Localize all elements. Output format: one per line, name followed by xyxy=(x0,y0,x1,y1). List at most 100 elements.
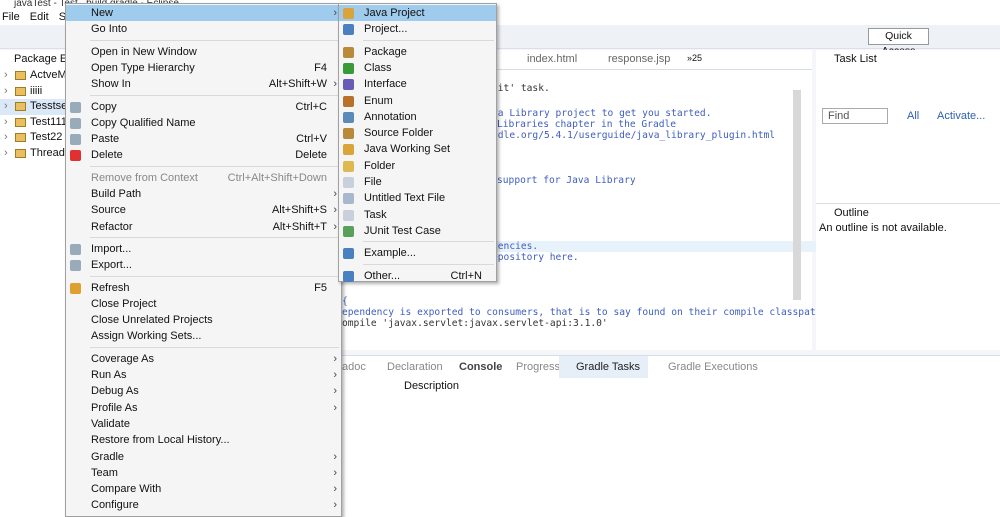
menu-item-package[interactable]: Package xyxy=(339,44,496,60)
menu-item-class[interactable]: Class xyxy=(339,60,496,76)
menu-item-debug-as[interactable]: Debug As › xyxy=(66,383,341,399)
project-item[interactable]: Tesstser xyxy=(0,99,71,115)
menu-item-close-project[interactable]: Close Project xyxy=(66,296,341,312)
menu-separator xyxy=(90,346,339,348)
menu-item-label: Copy xyxy=(91,100,117,113)
menu-item-label: Copy Qualified Name xyxy=(91,116,196,129)
menu-item-java-working-set[interactable]: Java Working Set xyxy=(339,141,496,157)
menu-item-label: Task xyxy=(364,208,387,221)
menu-item-label: File xyxy=(364,176,382,188)
menu-item-import[interactable]: Import... xyxy=(66,241,341,257)
menu-item-paste[interactable]: Paste Ctrl+V xyxy=(66,131,341,147)
menu-item-show-in[interactable]: Show In Alt+Shift+W › xyxy=(66,76,341,92)
menu-item-compare-with[interactable]: Compare With › xyxy=(66,481,341,497)
editor-scrollbar[interactable] xyxy=(793,90,801,300)
menu-item-source-folder[interactable]: Source Folder xyxy=(339,125,496,141)
menu-item-run-as[interactable]: Run As › xyxy=(66,367,341,383)
tab-gradle-tasks[interactable]: Gradle Tasks xyxy=(559,356,648,378)
menu-edit[interactable]: Edit xyxy=(30,9,49,25)
project-item[interactable]: Test22 xyxy=(0,130,65,146)
menu-shortcut: Ctrl+N xyxy=(450,269,482,282)
menu-file[interactable]: File xyxy=(2,9,20,25)
menu-item-label: Restore from Local History... xyxy=(91,434,230,447)
java-project-icon xyxy=(343,8,354,19)
submenu-arrow-icon: › xyxy=(333,204,337,217)
task-activate-link[interactable]: Activate... xyxy=(937,110,985,122)
project-item[interactable]: ThreadTe xyxy=(0,146,76,162)
project-folder-icon xyxy=(15,71,26,80)
menu-item-coverage-as[interactable]: Coverage As › xyxy=(66,351,341,367)
quick-access-field[interactable]: Quick Access xyxy=(868,28,929,57)
menu-item-refactor[interactable]: Refactor Alt+Shift+T › xyxy=(66,219,341,235)
tab-console[interactable]: Console xyxy=(459,361,502,373)
menu-separator xyxy=(363,241,494,243)
menu-item-go-into[interactable]: Go Into xyxy=(66,21,341,37)
task-list-title[interactable]: Task List xyxy=(816,50,1000,68)
menu-item-label: Source Folder xyxy=(364,127,434,140)
menu-item-annotation[interactable]: Annotation xyxy=(339,109,496,125)
menu-item-team[interactable]: Team › xyxy=(66,465,341,481)
menu-item-source[interactable]: Source Alt+Shift+S › xyxy=(66,202,341,218)
paste-icon xyxy=(70,134,81,146)
file-icon xyxy=(343,177,354,188)
package-explorer-title[interactable]: Package Exp xyxy=(0,50,65,68)
menu-item-open-type-hierarchy[interactable]: Open Type Hierarchy F4 xyxy=(66,60,341,76)
submenu-arrow-icon: › xyxy=(333,78,337,91)
menu-item-label: Gradle xyxy=(91,450,125,463)
project-item[interactable]: iiiii xyxy=(0,84,65,100)
menu-separator xyxy=(90,236,339,238)
menu-item-project[interactable]: Project... xyxy=(339,21,496,37)
example-icon xyxy=(343,248,354,260)
outline-title[interactable]: Outline xyxy=(816,204,1000,222)
task-find-input[interactable]: Find xyxy=(822,108,888,124)
menu-item-example[interactable]: Example... xyxy=(339,245,496,261)
class-icon xyxy=(343,62,354,74)
column-description[interactable]: Description xyxy=(404,380,459,392)
project-item[interactable]: Test111 xyxy=(0,115,67,131)
menu-item-new[interactable]: New › xyxy=(66,5,341,21)
menu-item-label: Example... xyxy=(364,247,416,260)
menu-item-delete[interactable]: Delete Delete xyxy=(66,147,341,163)
project-label: iiiii xyxy=(30,84,43,97)
menu-item-refresh[interactable]: Refresh F5 xyxy=(66,280,341,296)
enum-icon xyxy=(343,95,354,107)
menu-item-task[interactable]: Task xyxy=(339,207,496,223)
menu-item-build-path[interactable]: Build Path › xyxy=(66,186,341,202)
menu-item-assign-working-sets[interactable]: Assign Working Sets... xyxy=(66,328,341,344)
code-line: ependency is exported to consumers, that… xyxy=(342,307,828,318)
project-label: Test111 xyxy=(30,115,67,128)
menu-item-enum[interactable]: Enum xyxy=(339,93,496,109)
menu-item-export[interactable]: Export... xyxy=(66,257,341,273)
menu-item-untitled-text-file[interactable]: Untitled Text File xyxy=(339,190,496,206)
project-folder-icon xyxy=(15,117,26,127)
other-icon xyxy=(343,270,354,282)
copy-qualified-icon xyxy=(70,117,81,129)
menu-item-gradle[interactable]: Gradle › xyxy=(66,449,341,465)
more-tabs[interactable]: »25 xyxy=(687,53,702,63)
menu-item-copy-qualified-name[interactable]: Copy Qualified Name xyxy=(66,115,341,131)
menu-item-interface[interactable]: Interface xyxy=(339,76,496,92)
tab-progress[interactable]: Progress xyxy=(516,361,560,373)
menu-item-junit-test-case[interactable]: JUnit Test Case xyxy=(339,223,496,239)
menu-item-restore-from-local-history[interactable]: Restore from Local History... xyxy=(66,432,341,448)
menu-item-remove-from-context[interactable]: Remove from Context Ctrl+Alt+Shift+Down xyxy=(66,170,341,186)
menu-item-validate[interactable]: Validate xyxy=(66,416,341,432)
menu-item-java-project[interactable]: Java Project xyxy=(339,5,496,21)
menu-item-close-unrelated-projects[interactable]: Close Unrelated Projects xyxy=(66,312,341,328)
tab-index-html[interactable]: index.html xyxy=(527,53,577,65)
menu-item-profile-as[interactable]: Profile As › xyxy=(66,400,341,416)
menu-item-file[interactable]: File xyxy=(339,174,496,190)
project-item[interactable]: ActveMc xyxy=(0,68,72,84)
menu-item-label: Java Project xyxy=(364,7,425,19)
menu-item-copy[interactable]: Copy Ctrl+C xyxy=(66,99,341,115)
tab-response-jsp[interactable]: response.jsp xyxy=(608,53,670,65)
menu-item-open-in-new-window[interactable]: Open in New Window xyxy=(66,44,341,60)
menu-item-other[interactable]: Other... Ctrl+N xyxy=(339,268,496,284)
menu-item-configure[interactable]: Configure › xyxy=(66,497,341,513)
tab-declaration[interactable]: Declaration xyxy=(387,361,443,373)
tab-javadoc[interactable]: adoc xyxy=(342,361,366,373)
task-filter-all[interactable]: All xyxy=(907,110,919,122)
tab-gradle-executions[interactable]: Gradle Executions xyxy=(668,361,758,373)
menu-item-label: Folder xyxy=(364,159,396,172)
menu-item-folder[interactable]: Folder xyxy=(339,158,496,174)
